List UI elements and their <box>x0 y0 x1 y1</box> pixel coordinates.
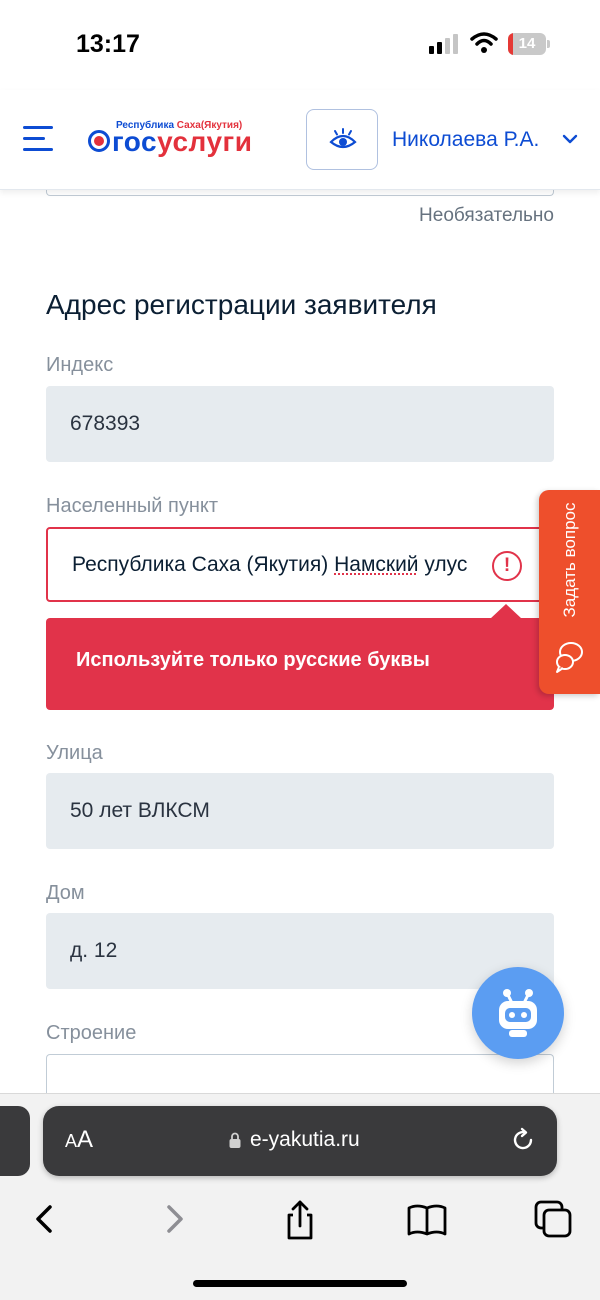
building-label: Строение <box>46 1022 137 1044</box>
street-label: Улица <box>46 742 103 764</box>
chat-bot-button[interactable] <box>472 967 564 1059</box>
error-icon: ! <box>492 551 522 581</box>
status-bar: 13:17 14 <box>0 0 600 90</box>
chevron-down-icon[interactable] <box>562 134 578 144</box>
battery-icon: 14 <box>508 33 550 55</box>
index-field[interactable]: 678393 <box>46 386 554 462</box>
gosuslugi-logo[interactable]: Республика Саха(Якутия) госуслуги <box>88 120 288 164</box>
ask-question-label: Задать вопрос <box>560 502 579 618</box>
robot-icon <box>499 989 537 1037</box>
battery-body: 14 <box>508 33 546 55</box>
menu-icon[interactable] <box>23 126 53 152</box>
address-bar[interactable]: AA e-yakutia.ru <box>43 1106 557 1176</box>
locality-label: Населенный пункт <box>46 495 219 517</box>
signal-icon <box>429 34 458 54</box>
locality-input[interactable]: Республика Саха (Якутия) Намский улус ! <box>46 527 554 602</box>
section-title: Адрес регистрации заявителя <box>46 289 437 320</box>
back-icon[interactable] <box>23 1198 67 1242</box>
ask-question-tab[interactable]: Задать вопрос <box>539 490 600 694</box>
site-header: Республика Саха(Якутия) госуслуги Никола… <box>0 90 600 190</box>
previous-tab-preview[interactable] <box>0 1106 30 1176</box>
user-name[interactable]: Николаева Р.А. <box>392 128 539 152</box>
house-field[interactable]: д. 12 <box>46 913 554 989</box>
browser-toolbar: AA e-yakutia.ru <box>0 1093 600 1300</box>
battery-cap <box>547 40 550 48</box>
url-text: e-yakutia.ru <box>250 1128 360 1151</box>
street-field[interactable]: 50 лет ВЛКСМ <box>46 773 554 849</box>
wifi-icon <box>470 32 498 53</box>
error-tooltip-arrow <box>490 604 522 619</box>
index-value: 678393 <box>70 412 141 435</box>
emblem-icon <box>88 130 110 152</box>
optional-hint: Необязательно <box>419 205 554 226</box>
tabs-icon[interactable] <box>532 1198 576 1242</box>
logo-text: госуслуги <box>112 126 253 157</box>
share-icon[interactable] <box>278 1198 322 1242</box>
forward-icon[interactable] <box>152 1198 196 1242</box>
lock-icon <box>229 1132 241 1148</box>
error-message: Используйте только русские буквы <box>76 649 430 671</box>
error-tooltip: Используйте только русские буквы <box>46 618 554 710</box>
reload-icon[interactable] <box>510 1127 536 1153</box>
street-value: 50 лет ВЛКСМ <box>70 799 210 822</box>
battery-level: 14 <box>518 35 536 52</box>
page-settings-button[interactable]: AA <box>65 1126 93 1154</box>
house-label: Дом <box>46 882 85 904</box>
eye-icon <box>329 128 357 149</box>
home-indicator[interactable] <box>193 1280 407 1287</box>
accessibility-button[interactable] <box>306 109 378 170</box>
house-value: д. 12 <box>70 939 118 962</box>
index-label: Индекс <box>46 354 114 376</box>
locality-value: Республика Саха (Якутия) Намский улус <box>72 553 468 576</box>
status-time: 13:17 <box>76 30 140 58</box>
bookmarks-icon[interactable] <box>405 1198 449 1242</box>
chat-bubbles-icon <box>556 642 583 673</box>
